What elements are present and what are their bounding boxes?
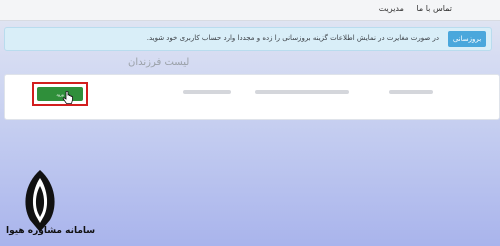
refresh-button[interactable]: بروزسانی <box>448 31 486 47</box>
alert-message: در صورت مغایرت در نمایش اطلاعات گزینه بر… <box>146 34 439 42</box>
nav-link-contact[interactable]: تماس با ما <box>416 4 452 13</box>
watermark-text: سامانه مشاوره هیوا <box>6 226 96 236</box>
update-alert: بروزسانی در صورت مغایرت در نمایش اطلاعات… <box>4 27 492 51</box>
top-navbar: تماس با ما مدیریت <box>0 0 500 21</box>
children-list-title: لیست فرزندان <box>128 57 190 68</box>
enter-child-panel-button[interactable]: ورود <box>37 87 83 101</box>
blurred-child-name <box>389 90 433 94</box>
nav-link-management[interactable]: مدیریت <box>379 4 404 13</box>
top-nav-links: تماس با ما مدیریت <box>369 4 452 13</box>
blurred-code <box>183 90 231 94</box>
blurred-school-info <box>255 90 349 94</box>
hand-cursor-icon <box>62 91 73 104</box>
